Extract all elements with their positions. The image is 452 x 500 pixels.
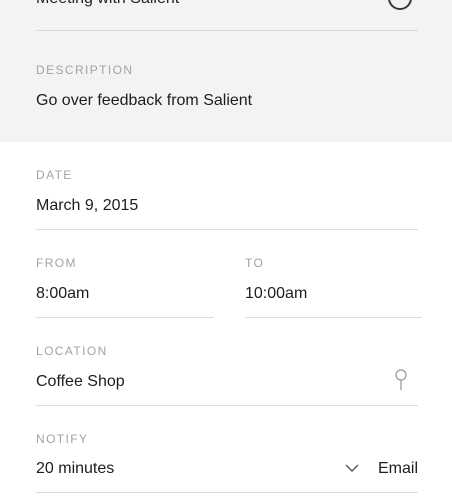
to-time-field[interactable]: 10:00am — [245, 285, 307, 303]
from-time-field[interactable]: 8:00am — [36, 285, 89, 303]
header-section: Meeting with Salient DESCRIPTION Go over… — [0, 0, 452, 142]
notify-divider — [36, 492, 418, 493]
location-label: LOCATION — [36, 344, 108, 358]
date-divider — [36, 229, 418, 230]
location-field[interactable]: Coffee Shop — [36, 373, 125, 391]
notify-label: NOTIFY — [36, 432, 89, 446]
notify-method-select[interactable]: Email — [378, 460, 418, 478]
description-field[interactable]: Go over feedback from Salient — [36, 92, 252, 110]
description-label: DESCRIPTION — [36, 63, 134, 77]
to-label: TO — [245, 256, 265, 270]
notify-time-select[interactable]: 20 minutes — [36, 460, 114, 478]
circle-icon[interactable] — [388, 0, 412, 10]
date-field[interactable]: March 9, 2015 — [36, 197, 138, 215]
map-pin-icon[interactable] — [393, 369, 409, 391]
chevron-down-icon[interactable] — [344, 461, 360, 475]
date-label: DATE — [36, 168, 73, 182]
title-row[interactable]: Meeting with Salient — [36, 0, 418, 31]
event-title[interactable]: Meeting with Salient — [36, 0, 179, 8]
location-divider — [36, 405, 418, 406]
from-divider — [36, 317, 214, 318]
to-divider — [245, 317, 422, 318]
from-label: FROM — [36, 256, 77, 270]
